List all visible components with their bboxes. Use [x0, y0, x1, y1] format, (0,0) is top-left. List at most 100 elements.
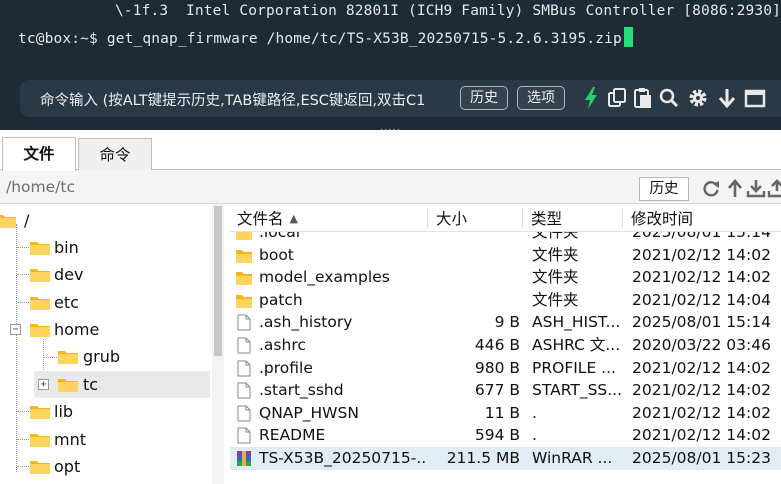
folder-icon: [236, 294, 252, 308]
folder-icon: [58, 351, 78, 364]
download-icon[interactable]: [746, 178, 766, 198]
folder-icon: [30, 324, 50, 337]
file-row[interactable]: model_examples 文件夹 2021/02/12 14:02: [230, 266, 781, 289]
folder-icon: [236, 249, 252, 263]
tree-item-label: dev: [54, 265, 84, 284]
copy-icon[interactable]: [606, 86, 628, 110]
lightning-icon[interactable]: [580, 86, 602, 110]
command-input-bar[interactable]: 命令输入 (按ALT键提示历史,TAB键路径,ESC键返回,双击C1 历史 选项: [20, 80, 781, 117]
folder-icon: [30, 406, 50, 419]
file-name: .ash_history: [259, 313, 353, 332]
paste-icon[interactable]: [632, 86, 654, 110]
file-name: .start_sshd: [259, 381, 344, 400]
tree-item-etc[interactable]: etc: [0, 289, 210, 316]
file-size: 677 B: [474, 381, 520, 400]
column-header-name[interactable]: 文件名 ▲: [237, 208, 298, 230]
column-header-type[interactable]: 类型: [531, 208, 562, 230]
file-date: 2020/03/22 03:46: [632, 336, 771, 354]
up-icon[interactable]: [725, 178, 745, 198]
directory-tree[interactable]: / bin dev etc − home grub + tc lib mnt o…: [0, 204, 224, 484]
tree-item-label: /: [24, 211, 30, 230]
tree-collapse-toggle[interactable]: −: [10, 324, 21, 335]
file-row[interactable]: TS-X53B_20250715-... 211.5 MB WinRAR ... 20…: [230, 447, 781, 470]
file-type: PROFILE ...: [532, 358, 616, 377]
download-icon[interactable]: [716, 86, 738, 110]
tree-item-mnt[interactable]: mnt: [0, 426, 210, 453]
column-header-date[interactable]: 修改时间: [631, 208, 693, 230]
command-input-hint[interactable]: 命令输入 (按ALT键提示历史,TAB键路径,ESC键返回,双击C1: [40, 89, 456, 110]
terminal-prompt-line: tc@box:~$ get_qnap_firmware /home/tc/TS-…: [18, 27, 633, 47]
tree-expand-toggle[interactable]: +: [38, 379, 49, 390]
tab-files[interactable]: 文件: [2, 137, 76, 171]
tab-commands[interactable]: 命令: [78, 138, 152, 170]
file-row[interactable]: boot 文件夹 2021/02/12 14:02: [230, 244, 781, 267]
tree-item-label: etc: [54, 293, 79, 312]
tree-scrollbar-thumb[interactable]: [214, 206, 222, 356]
file-icon: [237, 405, 251, 422]
terminal-prompt: tc@box:~$: [18, 31, 107, 47]
tab-strip: 文件 命令: [0, 130, 781, 171]
tree-item-tc[interactable]: + tc: [34, 371, 210, 398]
file-name: README: [259, 426, 326, 445]
tree-item-dev[interactable]: dev: [0, 261, 210, 288]
winrar-icon: [237, 451, 251, 466]
path-input[interactable]: /home/tc: [6, 178, 75, 196]
file-date: 2021/02/12 14:02: [632, 403, 771, 422]
maximize-icon[interactable]: [744, 86, 766, 110]
column-header-label: 文件名: [237, 210, 284, 228]
file-row[interactable]: README 594 B. 2021/02/12 14:02: [230, 424, 781, 447]
tree-item-lib[interactable]: lib: [0, 398, 210, 425]
tree-item-home[interactable]: − home: [0, 316, 210, 343]
file-date: 2021/02/12 14:02: [632, 381, 771, 400]
column-divider[interactable]: [622, 208, 623, 228]
file-row[interactable]: .start_sshd 677 B START_SS... 2021/02/12 14…: [230, 379, 781, 402]
file-type: 文件夹: [532, 290, 579, 309]
upload-icon[interactable]: [767, 178, 781, 198]
tree-scrollbar[interactable]: [212, 204, 224, 484]
tree-item-grub[interactable]: grub: [0, 343, 210, 370]
file-icon: [237, 337, 251, 354]
file-list-header: 文件名 ▲ 大小 类型 修改时间: [230, 204, 781, 232]
file-icon: [237, 360, 251, 377]
file-row[interactable]: patch 文件夹 2021/02/12 14:04: [230, 289, 781, 312]
file-type: ASH_HIST...: [532, 313, 621, 332]
folder-icon: [30, 269, 50, 282]
file-size: 594 B: [474, 426, 520, 445]
terminal-output-line: \-1f.3 Intel Corporation 82801I (ICH9 Fa…: [115, 3, 781, 19]
file-row[interactable]: .profile 980 B PROFILE ... 2021/02/12 14:02: [230, 357, 781, 380]
file-name: model_examples: [259, 268, 390, 287]
command-history-button[interactable]: 历史: [460, 86, 508, 110]
file-icon: [237, 314, 251, 331]
refresh-icon[interactable]: [701, 178, 721, 198]
file-type: START_SS...: [532, 381, 623, 400]
terminal-command: get_qnap_firmware /home/tc/TS-X53B_20250…: [106, 31, 622, 47]
command-options-button[interactable]: 选项: [517, 86, 565, 110]
tree-item-label: home: [54, 320, 100, 339]
file-type: WinRAR ...: [532, 449, 613, 467]
file-row[interactable]: .ash_history 9 B ASH_HIST... 2025/08/01 15:…: [230, 311, 781, 334]
file-icon: [237, 427, 251, 444]
gear-icon[interactable]: [687, 86, 709, 110]
column-divider[interactable]: [427, 208, 428, 228]
column-divider[interactable]: [522, 208, 523, 228]
file-name: boot: [259, 245, 294, 264]
terminal-panel[interactable]: \-1f.3 Intel Corporation 82801I (ICH9 Fa…: [0, 0, 781, 130]
tree-item-label: grub: [83, 347, 121, 366]
file-list[interactable]: 文件名 ▲ 大小 类型 修改时间 .local 文件夹 2025/08/01 15:1…: [230, 204, 781, 484]
column-header-size[interactable]: 大小: [436, 208, 467, 230]
file-date: 2021/02/12 14:02: [632, 426, 771, 445]
tree-item-root[interactable]: /: [0, 207, 210, 234]
file-date: 2025/08/01 15:14: [632, 313, 771, 332]
file-row[interactable]: .ashrc 446 B ASHRC 文... 2020/03/22 03:46: [230, 334, 781, 357]
file-type: .: [532, 403, 537, 422]
file-type: 文件夹: [532, 268, 579, 287]
tree-item-opt[interactable]: opt: [0, 453, 210, 480]
file-icon: [237, 382, 251, 399]
search-icon[interactable]: [658, 86, 680, 110]
tree-item-label: bin: [54, 238, 79, 257]
file-row[interactable]: QNAP_HWSN 11 B. 2021/02/12 14:02: [230, 402, 781, 425]
file-type: 文件夹: [532, 245, 579, 264]
path-history-button[interactable]: 历史: [639, 177, 689, 201]
file-date: 2021/02/12 14:02: [632, 245, 771, 264]
tree-item-bin[interactable]: bin: [0, 234, 210, 261]
